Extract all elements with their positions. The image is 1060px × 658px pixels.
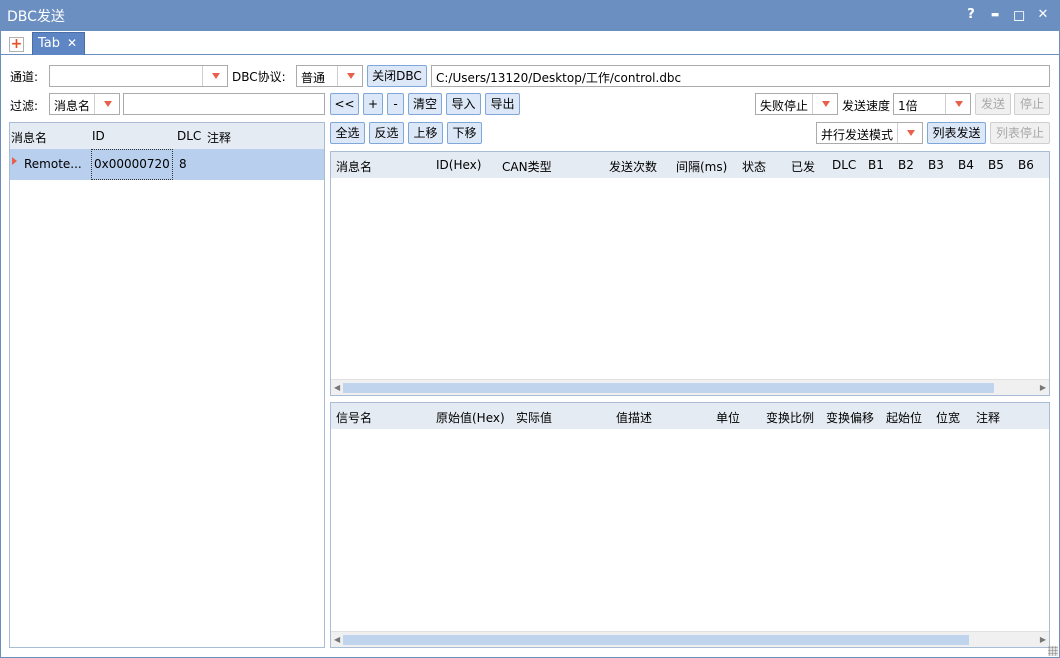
add-tab-icon[interactable]: + (9, 37, 24, 52)
column-header[interactable]: 发送次数 (609, 158, 657, 175)
column-header[interactable]: 变换偏移 (826, 409, 874, 426)
chevron-down-icon (897, 123, 922, 143)
column-header[interactable]: 原始值(Hex) (436, 409, 505, 426)
tab-main[interactable]: Tab ✕ (32, 32, 85, 55)
column-header[interactable]: B5 (988, 158, 1004, 172)
resize-grip-icon[interactable] (1048, 646, 1058, 656)
column-header[interactable]: B3 (928, 158, 944, 172)
channel-label: 通道: (10, 70, 39, 84)
column-header[interactable]: 变换比例 (766, 409, 814, 426)
column-header[interactable]: CAN类型 (502, 158, 552, 175)
add-button[interactable]: + (363, 93, 383, 115)
column-header[interactable]: 注释 (207, 129, 231, 146)
protocol-select[interactable]: 普通 (296, 65, 363, 87)
send-mode-select[interactable]: 并行发送模式 (816, 122, 923, 144)
close-dbc-button[interactable]: 关闭DBC (367, 65, 427, 87)
list-stop-button[interactable]: 列表停止 (990, 122, 1050, 144)
message-dlc-cell: 8 (179, 157, 187, 171)
send-list-header: 消息名 ID(Hex) CAN类型 发送次数 间隔(ms) 状态 已发 DLC … (331, 152, 1049, 178)
invert-selection-button[interactable]: 反选 (369, 122, 404, 144)
move-up-button[interactable]: 上移 (408, 122, 443, 144)
message-name-cell: Remote... (24, 157, 82, 171)
move-left-button[interactable]: << (330, 93, 359, 115)
column-header[interactable]: DLC (832, 158, 856, 172)
chevron-down-icon (94, 94, 119, 114)
column-header[interactable]: 消息名 (11, 129, 47, 146)
move-down-button[interactable]: 下移 (447, 122, 482, 144)
signal-table-header: 信号名 原始值(Hex) 实际值 值描述 单位 变换比例 变换偏移 起始位 位宽… (331, 403, 1049, 429)
column-header[interactable]: 值描述 (616, 409, 652, 426)
chevron-down-icon (945, 94, 970, 114)
column-header[interactable]: DLC (177, 129, 201, 143)
tab-close-icon[interactable]: ✕ (67, 36, 77, 50)
column-header[interactable]: 起始位 (886, 409, 922, 426)
scroll-right-icon[interactable]: ▶ (1040, 635, 1046, 644)
scroll-thumb[interactable] (343, 383, 994, 393)
filter-label: 过滤: (10, 99, 39, 113)
column-header[interactable]: 消息名 (336, 158, 372, 175)
column-header[interactable]: ID(Hex) (436, 158, 481, 172)
column-header[interactable]: 间隔(ms) (676, 158, 727, 175)
message-id-cell: 0x00000720 (94, 157, 170, 171)
column-header[interactable]: 信号名 (336, 409, 372, 426)
chevron-down-icon (337, 66, 362, 86)
filter-input[interactable] (123, 93, 325, 115)
chevron-down-icon (202, 66, 227, 86)
scroll-right-icon[interactable]: ▶ (1040, 383, 1046, 392)
table-row[interactable]: Remote... 0x00000720 8 (10, 149, 324, 180)
column-header[interactable]: 单位 (716, 409, 740, 426)
row-indicator-icon (12, 157, 17, 165)
horizontal-scrollbar[interactable]: ◀ ▶ (331, 379, 1049, 395)
send-button[interactable]: 发送 (975, 93, 1011, 115)
message-table-header: 消息名 ID DLC 注释 (10, 123, 324, 149)
title-bar: DBC发送 ? ▬ ◻ ✕ (0, 0, 1060, 31)
column-header[interactable]: 注释 (976, 409, 1000, 426)
column-header[interactable]: 实际值 (516, 409, 552, 426)
export-button[interactable]: 导出 (485, 93, 520, 115)
signal-table: 信号名 原始值(Hex) 实际值 值描述 单位 变换比例 变换偏移 起始位 位宽… (330, 402, 1050, 648)
protocol-label: DBC协议: (232, 70, 286, 84)
scroll-left-icon[interactable]: ◀ (334, 635, 340, 644)
window-title: DBC发送 (7, 9, 65, 25)
filter-field-select[interactable]: 消息名 (49, 93, 120, 115)
minimize-button[interactable]: ▬ (985, 5, 1005, 25)
maximize-button[interactable]: ◻ (1009, 5, 1029, 25)
scroll-left-icon[interactable]: ◀ (334, 383, 340, 392)
message-table: 消息名 ID DLC 注释 Remote... 0x00000720 8 (9, 122, 325, 648)
speed-select[interactable]: 1倍 (893, 93, 971, 115)
column-header[interactable]: B2 (898, 158, 914, 172)
channel-select[interactable] (49, 65, 228, 87)
column-header[interactable]: 已发 (791, 158, 815, 175)
column-header[interactable]: B4 (958, 158, 974, 172)
scroll-thumb[interactable] (343, 635, 969, 645)
remove-button[interactable]: - (387, 93, 404, 115)
column-header[interactable]: B1 (868, 158, 884, 172)
column-header[interactable]: 状态 (742, 158, 766, 175)
close-window-button[interactable]: ✕ (1033, 5, 1053, 25)
horizontal-scrollbar[interactable]: ◀ ▶ (331, 631, 1049, 647)
column-header[interactable]: ID (92, 129, 105, 143)
column-header[interactable]: 位宽 (936, 409, 960, 426)
select-all-button[interactable]: 全选 (330, 122, 365, 144)
import-button[interactable]: 导入 (446, 93, 481, 115)
chevron-down-icon (812, 94, 837, 114)
clear-button[interactable]: 清空 (408, 93, 442, 115)
help-button[interactable]: ? (961, 5, 981, 25)
dbc-path-field[interactable]: C:/Users/13120/Desktop/工作/control.dbc (431, 65, 1050, 87)
list-send-button[interactable]: 列表发送 (927, 122, 986, 144)
column-header[interactable]: B6 (1018, 158, 1034, 172)
tab-bar (0, 31, 1060, 55)
fail-mode-select[interactable]: 失败停止 (755, 93, 838, 115)
send-list-table: 消息名 ID(Hex) CAN类型 发送次数 间隔(ms) 状态 已发 DLC … (330, 151, 1050, 396)
speed-label: 发送速度 (842, 99, 891, 113)
tab-label: Tab (38, 36, 61, 51)
stop-button[interactable]: 停止 (1014, 93, 1050, 115)
